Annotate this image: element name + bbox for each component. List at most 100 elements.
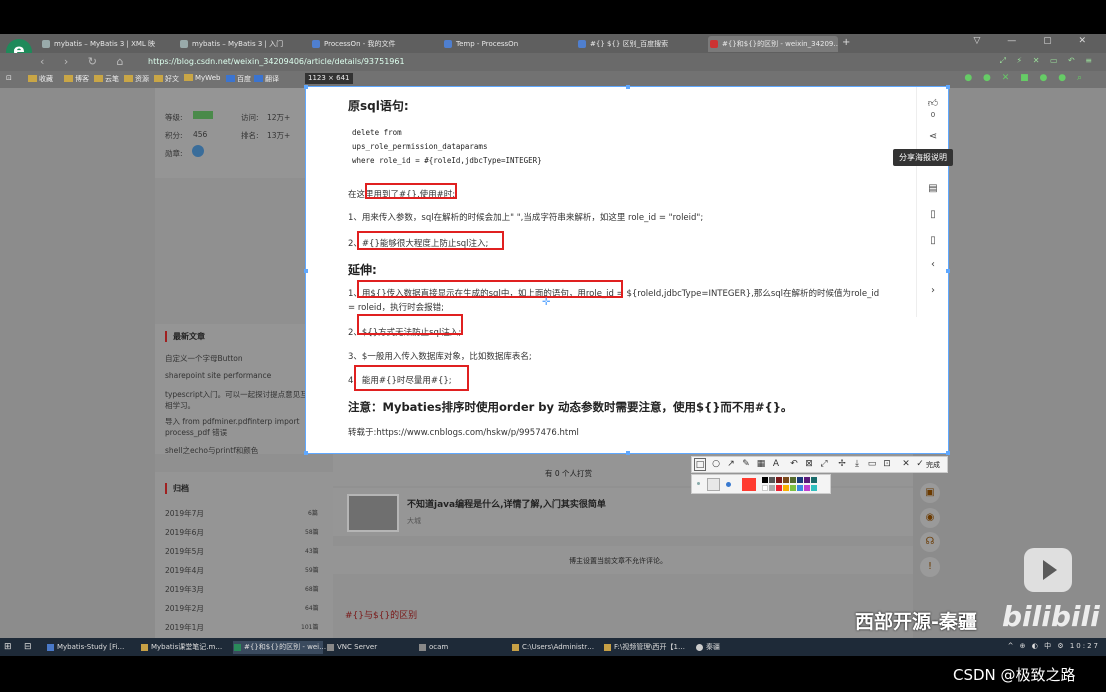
ad-card[interactable]: 不知道java编程是什么,详情了解,入门其实很简单 大城 (333, 488, 913, 536)
annotation-rect[interactable] (357, 280, 623, 298)
arrow-tool-icon[interactable]: ↗ (725, 458, 737, 471)
tab[interactable]: Temp - ProcessOn (442, 36, 562, 52)
resize-handle[interactable] (946, 85, 950, 89)
address-tools[interactable]: ⤢ ⚡ ✕ ▭ ↶ ≡ (1000, 56, 1096, 66)
taskbar-item[interactable]: VNC Server (326, 641, 412, 654)
fullscreen-icon[interactable]: ⤢ (818, 458, 830, 471)
source-link[interactable]: 转载于:https://www.cnblogs.com/hskw/p/99574… (348, 426, 579, 438)
color-swatch[interactable] (804, 477, 810, 483)
taskbar-item[interactable]: Mybatis课堂笔记.m… (140, 641, 230, 654)
resize-handle[interactable] (946, 451, 950, 455)
color-swatch[interactable] (762, 485, 768, 491)
chevron-right-icon[interactable]: › (925, 285, 941, 296)
save-icon[interactable]: ▭ (866, 458, 878, 471)
text-tool-icon[interactable]: A (770, 458, 782, 471)
taskbar-item[interactable]: ocam (418, 641, 508, 654)
doc-icon[interactable]: ▤ (925, 183, 941, 194)
resize-handle[interactable] (626, 85, 630, 89)
archive-month[interactable]: 2019年1月 (165, 622, 204, 633)
taskbar-item[interactable]: C:\Users\Administr… (511, 641, 599, 654)
done-button[interactable]: 完成 (926, 460, 940, 470)
taskbar-item-active[interactable]: #{}和${}的区别 - wei… (233, 641, 326, 654)
size-medium[interactable] (707, 478, 720, 491)
mobile-icon[interactable]: ▯ (925, 235, 941, 246)
tab[interactable]: #{} ${} 区别_百度搜索 (576, 36, 696, 52)
mosaic-tool-icon[interactable]: ▦ (755, 458, 767, 471)
bookmark[interactable]: 资源 (124, 74, 149, 84)
rectangle-tool-icon[interactable]: □ (694, 458, 706, 471)
share-icon[interactable]: ⋖ (925, 131, 941, 142)
size-small[interactable] (697, 482, 700, 485)
article-link[interactable]: sharepoint site performance (165, 371, 271, 380)
resize-handle[interactable] (304, 85, 308, 89)
support-icon[interactable]: ☊ (920, 532, 940, 552)
tab[interactable]: ProcessOn - 我的文件 (310, 36, 430, 52)
color-swatch[interactable] (769, 477, 775, 483)
color-swatch[interactable] (811, 477, 817, 483)
current-color[interactable] (742, 478, 756, 491)
article-link[interactable]: shell之echo与printf和颜色 (165, 445, 258, 456)
gift-icon[interactable]: ▣ (920, 483, 940, 503)
extension-icons[interactable]: ● ● ✕ ■ ● ● ⌕ (964, 73, 1086, 83)
color-swatch[interactable] (797, 485, 803, 491)
taskbar-item[interactable]: 秦疆 (695, 641, 765, 654)
archive-month[interactable]: 2019年6月 (165, 527, 204, 538)
annotation-rect[interactable] (354, 365, 469, 391)
system-tray[interactable]: ^ ⊕ ◐ 中 ⚙ 10:27 (1008, 641, 1100, 651)
archive-month[interactable]: 2019年3月 (165, 584, 204, 595)
color-swatch[interactable] (790, 485, 796, 491)
nav-buttons[interactable]: ‹ › ↻ ⌂ (40, 55, 132, 68)
color-swatch[interactable] (762, 477, 768, 483)
pin-icon[interactable]: ✢ (836, 458, 848, 471)
tab-active[interactable]: #{}和${}的区别 - weixin_34209… (708, 36, 838, 52)
bookmark[interactable]: MyWeb (184, 74, 220, 82)
new-tab-icon[interactable]: + (842, 37, 850, 48)
undo-icon[interactable]: ↶ (788, 458, 800, 471)
archive-month[interactable]: 2019年4月 (165, 565, 204, 576)
start-icon[interactable]: ⊞ (4, 641, 12, 654)
resize-handle[interactable] (304, 451, 308, 455)
color-swatch[interactable] (783, 485, 789, 491)
annotation-rect[interactable] (365, 183, 457, 199)
chevron-left-icon[interactable]: ‹ (925, 259, 941, 270)
color-swatch[interactable] (811, 485, 817, 491)
color-swatch[interactable] (769, 485, 775, 491)
capture-region[interactable]: 原sql语句: delete from ups_role_permission_… (304, 85, 950, 455)
cancel-icon[interactable]: ✕ (900, 458, 912, 471)
resize-handle[interactable] (304, 269, 308, 273)
color-swatch[interactable] (790, 477, 796, 483)
size-large[interactable] (726, 482, 731, 487)
archive-month[interactable]: 2019年7月 (165, 508, 204, 519)
pen-tool-icon[interactable]: ✎ (740, 458, 752, 471)
color-swatch[interactable] (776, 485, 782, 491)
window-controls[interactable]: ▽ — ▢ ✕ (973, 36, 1098, 46)
annotation-rect[interactable] (357, 231, 504, 250)
url-field[interactable]: https://blog.csdn.net/weixin_34209406/ar… (148, 55, 848, 69)
color-swatch[interactable] (783, 477, 789, 483)
confirm-icon[interactable]: ✓ (914, 458, 926, 471)
archive-month[interactable]: 2019年2月 (165, 603, 204, 614)
resize-handle[interactable] (946, 269, 950, 273)
taskbar-item[interactable]: Mybatis-Study [Fi… (46, 641, 136, 654)
bookmark[interactable]: 云笔 (94, 74, 119, 84)
coin-icon[interactable]: ◉ (920, 508, 940, 528)
bookmark-icon[interactable]: ▯ (925, 209, 941, 220)
report-icon[interactable]: ! (920, 557, 940, 577)
archive-month[interactable]: 2019年5月 (165, 546, 204, 557)
like-icon[interactable]: 👍︎ (925, 97, 941, 109)
color-swatch[interactable] (776, 477, 782, 483)
color-swatch[interactable] (797, 477, 803, 483)
article-link[interactable]: 导入 from pdfminer.pdfinterp import proces… (165, 416, 315, 438)
tab[interactable]: mybatis – MyBatis 3 | XML 映 (40, 36, 160, 52)
resize-handle[interactable] (626, 451, 630, 455)
collect-icon[interactable]: ⊡ (881, 458, 893, 471)
bookmark[interactable]: 收藏 (28, 74, 53, 84)
color-swatch[interactable] (804, 485, 810, 491)
crop-icon[interactable]: ⊠ (803, 458, 815, 471)
annotation-rect[interactable] (357, 314, 463, 335)
task-view-icon[interactable]: ⊟ (24, 641, 32, 654)
tab[interactable]: mybatis – MyBatis 3 | 入门 (178, 36, 298, 52)
related-link[interactable]: #{}与${}的区别 (345, 608, 417, 621)
bookmark-apps-icon[interactable]: ⊡ (6, 74, 12, 82)
bookmark[interactable]: 翻译 (254, 74, 279, 84)
